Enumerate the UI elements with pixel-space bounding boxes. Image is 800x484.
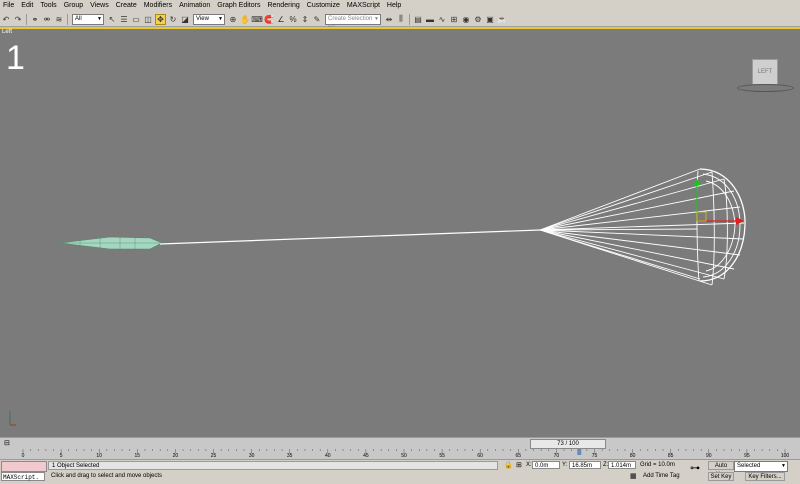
chevron-down-icon: ▼ xyxy=(781,463,786,469)
menu-tools[interactable]: Tools xyxy=(37,0,60,12)
axis-tripod xyxy=(9,411,16,426)
menu-modifiers[interactable]: Modifiers xyxy=(141,0,176,12)
key-icon[interactable]: ⊶ xyxy=(690,464,700,474)
maxscript-listener-output[interactable] xyxy=(1,461,47,472)
select-object-icon[interactable]: ↖ xyxy=(107,14,117,24)
material-editor-icon[interactable]: ◉ xyxy=(461,14,471,24)
menu-create[interactable]: Create xyxy=(113,0,141,12)
parachute-mesh[interactable] xyxy=(539,168,746,286)
time-slider[interactable]: 73 / 100 xyxy=(530,439,606,449)
snap-icon[interactable]: 🧲 xyxy=(264,14,274,24)
chevron-down-icon: ▼ xyxy=(218,15,223,22)
z-coordinate-field[interactable]: 1.014m xyxy=(608,461,636,469)
reference-coord-dropdown[interactable]: View ▼ xyxy=(193,13,225,25)
scale-icon[interactable]: ◪ xyxy=(180,14,190,24)
toolbar-separator xyxy=(67,13,68,25)
select-by-name-icon[interactable]: ☰ xyxy=(119,14,129,24)
layer-manager-icon[interactable]: ▤ xyxy=(413,14,423,24)
key-mode-value: Selected xyxy=(737,463,761,469)
selection-filter-value: All xyxy=(75,15,82,22)
menu-customize[interactable]: Customize xyxy=(304,0,344,12)
projectile-mesh[interactable] xyxy=(59,236,163,250)
y-coordinate-field[interactable]: 16.85m xyxy=(569,461,601,469)
x-label: X: xyxy=(526,462,532,468)
selection-filter-dropdown[interactable]: All ▼ xyxy=(72,13,104,25)
status-bar: MAXScript. 1 Object Selected Click and d… xyxy=(0,459,800,484)
render-frame-icon[interactable]: ▣ xyxy=(485,14,495,24)
absolute-mode-icon[interactable]: ⊞ xyxy=(516,461,522,470)
selection-status: 1 Object Selected xyxy=(48,461,498,470)
chevron-down-icon: ▼ xyxy=(97,15,102,22)
menu-views[interactable]: Views xyxy=(87,0,113,12)
move-icon[interactable]: ✥ xyxy=(155,13,166,25)
toolbar-separator xyxy=(409,13,410,25)
menu-edit[interactable]: Edit xyxy=(18,0,37,12)
menu-group[interactable]: Group xyxy=(61,0,87,12)
window-crossing-icon[interactable]: ◫ xyxy=(143,14,153,24)
schematic-icon[interactable]: ⊞ xyxy=(449,14,459,24)
x-coordinate-field[interactable]: 0.0m xyxy=(532,461,560,469)
menu-maxscript[interactable]: MAXScript xyxy=(344,0,384,12)
undo-icon[interactable]: ↶ xyxy=(1,14,11,24)
rotate-icon[interactable]: ↻ xyxy=(168,14,178,24)
track-filter-icon[interactable]: ⊟ xyxy=(4,439,10,448)
add-time-tag[interactable]: Add Time Tag xyxy=(643,472,680,481)
keyboard-shortcut-icon[interactable]: ⌨ xyxy=(251,14,263,24)
toolbar-separator xyxy=(26,13,27,25)
render-icon[interactable]: ☕ xyxy=(497,14,507,24)
curve-editor-icon[interactable]: ∿ xyxy=(437,14,447,24)
y-label: Y: xyxy=(562,462,568,468)
reference-coord-value: View xyxy=(196,15,209,22)
menu-rendering[interactable]: Rendering xyxy=(264,0,303,12)
link-icon[interactable]: ⚭ xyxy=(30,14,40,24)
menu-help[interactable]: Help xyxy=(384,0,405,12)
menu-bar: File Edit Tools Group Views Create Modifiers An… xyxy=(0,0,800,12)
frame-counter: 73 / 100 xyxy=(557,441,579,447)
named-selection-field[interactable]: Create Selection Se▼ xyxy=(325,13,381,31)
menu-graph-editors[interactable]: Graph Editors xyxy=(214,0,264,12)
chevron-down-icon: ▼ xyxy=(374,15,379,22)
auto-key-button[interactable]: Auto Key xyxy=(708,461,734,478)
main-toolbar: ↶ ↷ ⚭ ⚮ ≋ All ▼ ↖ ☰ ▭ ◫ ✥ ↻ ◪ View ▼ ⊕ ✋ ⌨… xyxy=(0,12,800,31)
bind-spacewarp-icon[interactable]: ≋ xyxy=(54,14,64,24)
key-filters-button[interactable]: Key Filters... xyxy=(745,472,785,481)
mirror-icon[interactable]: ⇹ xyxy=(384,14,394,24)
ribbon-icon[interactable]: ▬ xyxy=(425,14,435,24)
lock-icon[interactable]: 🔒 xyxy=(504,461,513,470)
prompt-line: Click and drag to select and move object… xyxy=(51,473,163,479)
render-setup-icon[interactable]: ⚙ xyxy=(473,14,483,24)
redo-icon[interactable]: ↷ xyxy=(13,14,23,24)
grid-size: Grid = 10.0m xyxy=(640,462,675,468)
align-icon[interactable]: ⫼ xyxy=(396,14,406,24)
viewport-left[interactable]: Left 1 LEFT xyxy=(0,27,800,437)
pivot-icon[interactable]: ⊕ xyxy=(228,14,238,24)
unlink-icon[interactable]: ⚮ xyxy=(42,14,52,24)
spinner-snap-icon[interactable]: ⇕ xyxy=(300,14,310,24)
tether-line[interactable] xyxy=(159,229,541,245)
time-track-bar[interactable]: ⊟ 73 / 100 0 5 10 15 20 25 30 35 40 45 50 55 60 65 70 7… xyxy=(0,437,800,460)
percent-snap-icon[interactable]: % xyxy=(288,14,298,24)
rect-region-icon[interactable]: ▭ xyxy=(131,14,141,24)
scene-wireframe[interactable] xyxy=(0,29,800,437)
manipulate-icon[interactable]: ✋ xyxy=(240,14,250,24)
edit-named-selection-icon[interactable]: ✎ xyxy=(312,14,322,24)
menu-file[interactable]: File xyxy=(0,0,18,12)
menu-animation[interactable]: Animation xyxy=(176,0,214,12)
angle-snap-icon[interactable]: ∠ xyxy=(276,14,286,24)
maxscript-listener[interactable]: MAXScript. xyxy=(1,472,45,481)
time-tag-icon[interactable]: ▦ xyxy=(630,472,637,481)
current-frame-marker[interactable] xyxy=(577,449,582,455)
key-mode-dropdown[interactable]: Selected ▼ xyxy=(734,461,788,472)
set-key-button[interactable]: Set Key xyxy=(708,472,734,481)
